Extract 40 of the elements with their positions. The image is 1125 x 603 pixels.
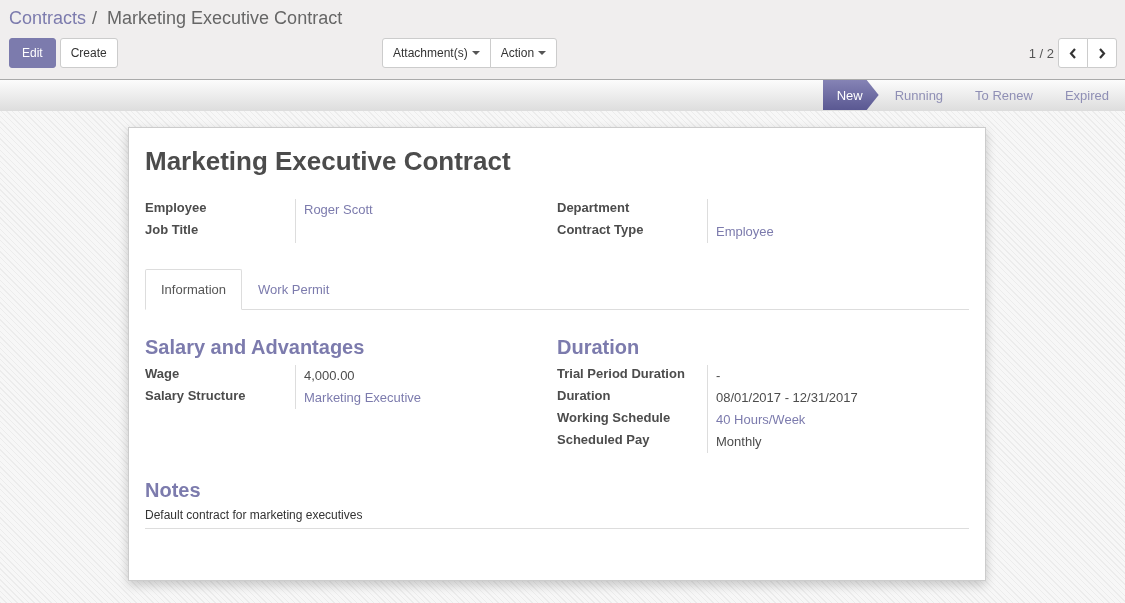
field-value: 4,000.00 bbox=[304, 367, 356, 385]
breadcrumb-separator: / bbox=[92, 8, 98, 29]
field-label: Working Schedule bbox=[557, 409, 672, 427]
dropdown-button[interactable]: Action bbox=[489, 38, 558, 68]
stage-button[interactable]: New bbox=[822, 80, 879, 110]
notes-text: Default contract for marketing executives bbox=[145, 508, 969, 529]
field-label: Scheduled Pay bbox=[557, 431, 651, 449]
create-button[interactable]: Create bbox=[59, 38, 118, 68]
tab[interactable]: Information bbox=[145, 269, 243, 310]
chevron-left-icon bbox=[1069, 47, 1077, 59]
field-label: Trial Period Duration bbox=[557, 365, 686, 383]
field-label: Contract Type bbox=[557, 221, 645, 239]
record-title: Marketing Executive Contract bbox=[145, 146, 512, 177]
field-value: 08/01/2017 - 12/31/2017 bbox=[716, 389, 858, 407]
tab[interactable]: Work Permit bbox=[242, 269, 346, 310]
field-value[interactable]: 40 Hours/Week bbox=[716, 409, 858, 431]
chevron-right-icon bbox=[1098, 47, 1106, 59]
field-value[interactable]: Roger Scott bbox=[304, 199, 373, 221]
section-title: Salary and Advantages bbox=[145, 336, 366, 359]
caret-icon bbox=[471, 51, 480, 55]
breadcrumb-link[interactable]: Contracts bbox=[9, 8, 87, 29]
previous-button[interactable] bbox=[1058, 38, 1088, 68]
field-value[interactable]: Marketing Executive bbox=[304, 387, 422, 409]
section-title: Duration bbox=[557, 336, 641, 359]
field-label: Duration bbox=[557, 387, 612, 405]
field-value: - bbox=[716, 367, 722, 385]
section-title: Notes bbox=[145, 479, 202, 502]
field-label: Job Title bbox=[145, 221, 200, 239]
field-label: Wage bbox=[145, 365, 181, 383]
next-button[interactable] bbox=[1087, 38, 1117, 68]
field-value: Monthly bbox=[716, 433, 763, 451]
field-label: Department bbox=[557, 199, 631, 217]
caret-icon bbox=[538, 51, 547, 55]
pager-counter: 1 / 2 bbox=[1028, 45, 1054, 61]
field-label: Salary Structure bbox=[145, 387, 247, 405]
field-label: Employee bbox=[145, 199, 208, 217]
dropdown-button[interactable]: Attachment(s) bbox=[382, 38, 491, 68]
field-value[interactable]: Employee bbox=[716, 221, 774, 243]
breadcrumb-current: Marketing Executive Contract bbox=[107, 8, 343, 29]
edit-button[interactable]: Edit bbox=[9, 38, 56, 68]
